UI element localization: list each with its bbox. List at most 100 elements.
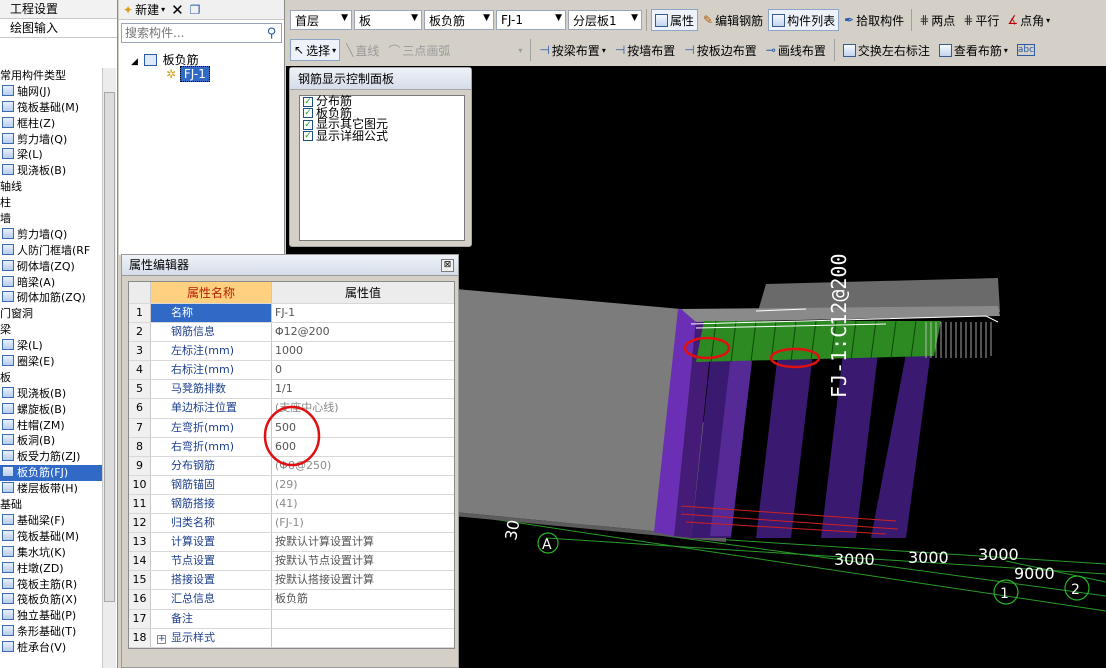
line-button[interactable]: ╲ 直线 xyxy=(343,39,382,61)
property-row[interactable]: 16 汇总信息 板负筋 xyxy=(129,590,454,610)
property-row[interactable]: 18 + 显示样式 xyxy=(129,628,454,648)
tree-node-fj1[interactable]: ✲ FJ-1 xyxy=(166,66,210,82)
component-type-item[interactable]: 剪力墙(Q) xyxy=(0,227,102,243)
component-type-item[interactable]: 圈梁(E) xyxy=(0,354,102,370)
component-type-item[interactable]: 梁(L) xyxy=(0,338,102,354)
layer-select[interactable]: 分层板1 ▼ xyxy=(568,10,642,30)
property-row[interactable]: 3 左标注(mm) 1000 xyxy=(129,342,454,362)
edit-rebar-button[interactable]: ✎ 编辑钢筋 xyxy=(700,9,766,31)
property-row[interactable]: 13 计算设置 按默认计算设置计算 xyxy=(129,533,454,553)
property-row[interactable]: 4 右标注(mm) 0 xyxy=(129,361,454,381)
delete-button[interactable]: ✕ xyxy=(171,1,184,19)
property-value[interactable]: 1000 xyxy=(272,342,454,360)
component-type-item[interactable]: 螺旋板(B) xyxy=(0,402,102,418)
property-value[interactable]: FJ-1 xyxy=(272,304,454,322)
property-row[interactable]: 15 搭接设置 按默认搭接设置计算 xyxy=(129,571,454,591)
category-header[interactable]: 轴线 xyxy=(0,179,102,195)
by-wall-button[interactable]: ⊣ 按墙布置 xyxy=(612,39,678,61)
property-row[interactable]: 1 名称 FJ-1 xyxy=(129,304,454,324)
property-value[interactable] xyxy=(272,610,454,628)
property-value[interactable] xyxy=(272,629,454,647)
component-type-item[interactable]: 剪力墙(Q) xyxy=(0,132,102,148)
property-row[interactable]: 17 备注 xyxy=(129,609,454,629)
category-header[interactable]: 墙 xyxy=(0,211,102,227)
floor-select[interactable]: 首层 ▼ xyxy=(290,10,352,30)
component-type-item[interactable]: 条形基础(T) xyxy=(0,624,102,640)
property-value[interactable]: 按默认计算设置计算 xyxy=(272,533,454,551)
component-type-item[interactable]: 集水坑(K) xyxy=(0,545,102,561)
property-value[interactable]: 按默认节点设置计算 xyxy=(272,552,454,570)
category-header[interactable]: 板 xyxy=(0,370,102,386)
attributes-button[interactable]: 属性 xyxy=(651,9,699,31)
point-angle-button[interactable]: ∡ 点角 ▾ xyxy=(1004,9,1053,31)
category-header[interactable]: 柱 xyxy=(0,195,102,211)
property-row[interactable]: 2 钢筋信息 Φ12@200 xyxy=(129,323,454,343)
component-type-item[interactable]: 柱帽(ZM) xyxy=(0,418,102,434)
search-icon[interactable]: ⚲ xyxy=(262,26,281,41)
property-value[interactable]: 板负筋 xyxy=(272,590,454,608)
left-scrollbar[interactable] xyxy=(102,68,116,668)
property-value[interactable]: 0 xyxy=(272,361,454,379)
collapse-icon[interactable]: ◢ xyxy=(131,57,138,67)
component-type-item[interactable]: 现浇板(B) xyxy=(0,386,102,402)
swap-marks-button[interactable]: 交换左右标注 xyxy=(840,39,933,61)
category-header[interactable]: 门窗洞 xyxy=(0,306,102,322)
checkbox-checked-icon[interactable]: ✓ xyxy=(303,119,313,130)
property-row[interactable]: 14 节点设置 按默认节点设置计算 xyxy=(129,552,454,572)
component-type-item[interactable]: 桩承台(V) xyxy=(0,640,102,656)
component-type-item[interactable]: 基础梁(F) xyxy=(0,513,102,529)
component-type-item[interactable]: 柱墩(ZD) xyxy=(0,561,102,577)
draw-line-button[interactable]: ⊸ 画线布置 xyxy=(763,39,829,61)
component-type-item[interactable]: 板受力筋(ZJ) xyxy=(0,449,102,465)
checkbox-checked-icon[interactable]: ✓ xyxy=(303,108,313,119)
copy-button[interactable]: ❐ xyxy=(190,3,201,17)
property-row[interactable]: 5 马凳筋排数 1/1 xyxy=(129,380,454,400)
property-value[interactable]: Φ12@200 xyxy=(272,323,454,341)
parallel-button[interactable]: ⋕ 平行 xyxy=(960,9,1002,31)
two-points-button[interactable]: ⋕ 两点 xyxy=(916,9,958,31)
component-type-item[interactable]: 筏板基础(M) xyxy=(0,529,102,545)
component-type-item[interactable]: 轴网(J) xyxy=(0,84,102,100)
option-show-formula[interactable]: ✓ 显示详细公式 xyxy=(300,130,464,143)
tab-drawing-input[interactable]: 绘图输入 xyxy=(0,19,117,38)
new-button[interactable]: ✦ 新建 ▾ xyxy=(123,1,165,18)
tab-project-settings[interactable]: 工程设置 xyxy=(0,0,117,19)
component-type-item[interactable]: 板负筋(FJ) xyxy=(0,465,102,482)
component-type-item[interactable]: 筏板负筋(X) xyxy=(0,592,102,608)
component-select[interactable]: FJ-1 ▼ xyxy=(496,10,566,30)
property-value[interactable]: 按默认搭接设置计算 xyxy=(272,571,454,589)
checkbox-checked-icon[interactable]: ✓ xyxy=(303,96,313,107)
category-header[interactable]: 基础 xyxy=(0,497,102,513)
search-input[interactable] xyxy=(122,24,262,42)
property-row[interactable]: 11 钢筋搭接 (41) xyxy=(129,494,454,515)
component-type-item[interactable]: 筏板基础(M) xyxy=(0,100,102,116)
property-row[interactable]: 10 钢筋锚固 (29) xyxy=(129,475,454,495)
type-select[interactable]: 板 ▼ xyxy=(354,10,422,30)
component-type-item[interactable]: 梁(L) xyxy=(0,147,102,163)
component-list-button[interactable]: 构件列表 xyxy=(768,9,840,31)
property-value[interactable]: 1/1 xyxy=(272,380,454,398)
by-beam-button[interactable]: ⊣ 按梁布置 ▾ xyxy=(536,39,608,61)
arc-button[interactable]: ⌒ 三点画弧 ▾ xyxy=(385,39,525,61)
pick-component-button[interactable]: ✒ 拾取构件 xyxy=(841,9,907,31)
component-type-item[interactable]: 板洞(B) xyxy=(0,433,102,449)
category-header[interactable]: 常用构件类型 xyxy=(0,68,102,84)
subtype-select[interactable]: 板负筋 ▼ xyxy=(424,10,494,30)
category-header[interactable]: 梁 xyxy=(0,322,102,338)
property-value[interactable]: (29) xyxy=(272,476,454,494)
component-type-item[interactable]: 楼层板带(H) xyxy=(0,481,102,497)
component-type-item[interactable]: 砌体加筋(ZQ) xyxy=(0,290,102,306)
scroll-thumb[interactable] xyxy=(104,92,115,602)
select-button[interactable]: ↖ 选择 ▾ xyxy=(290,39,341,61)
component-type-item[interactable]: 现浇板(B) xyxy=(0,163,102,179)
checkbox-checked-icon[interactable]: ✓ xyxy=(303,131,313,142)
component-type-item[interactable]: 独立基础(P) xyxy=(0,608,102,624)
property-value[interactable]: (FJ-1) xyxy=(272,514,454,532)
view-layout-button[interactable]: 查看布筋 ▾ xyxy=(936,39,1011,61)
component-type-item[interactable]: 砌体墙(ZQ) xyxy=(0,259,102,275)
property-value[interactable]: (41) xyxy=(272,495,454,513)
component-type-item[interactable]: 暗梁(A) xyxy=(0,275,102,291)
component-type-item[interactable]: 框柱(Z) xyxy=(0,116,102,132)
component-type-item[interactable]: 筏板主筋(R) xyxy=(0,577,102,593)
component-type-item[interactable]: 人防门框墙(RF xyxy=(0,243,102,259)
